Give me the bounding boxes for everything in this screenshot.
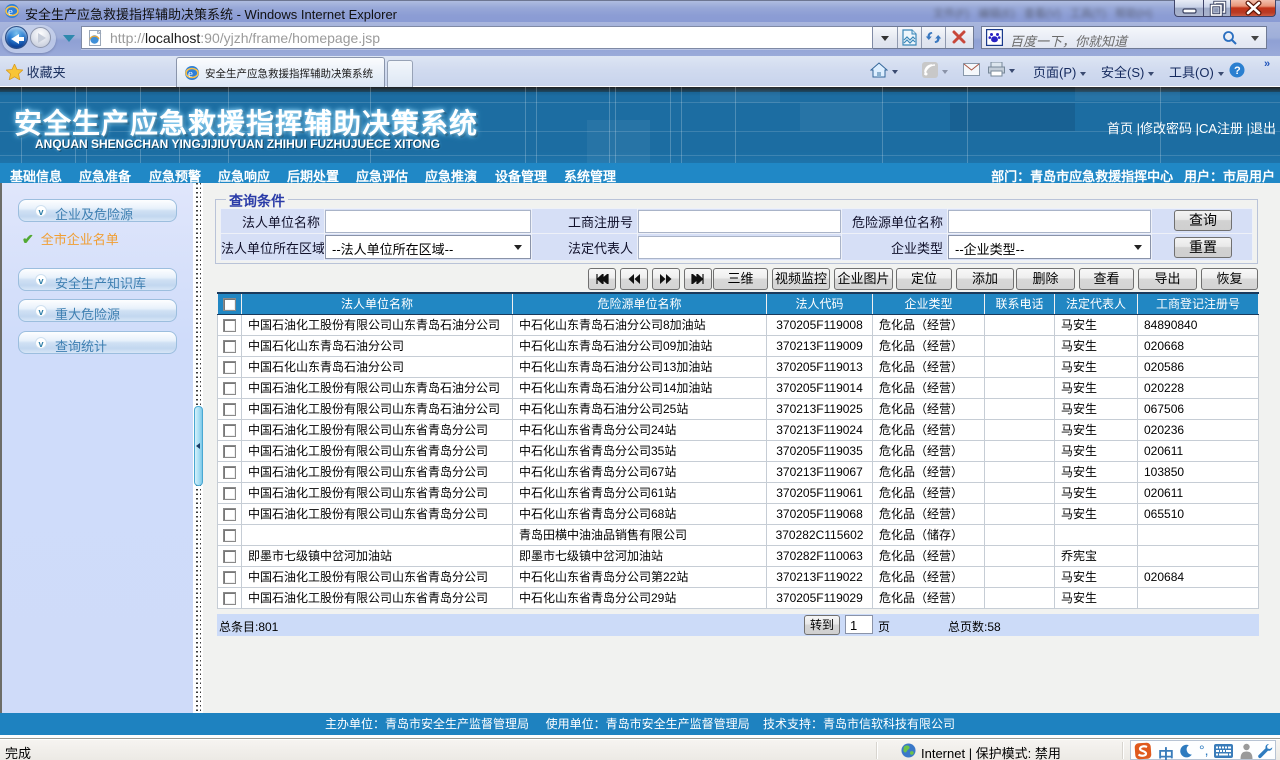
svg-text:e: e: [8, 6, 13, 18]
svg-text:?: ?: [1234, 65, 1241, 77]
svg-text:e: e: [188, 68, 193, 80]
